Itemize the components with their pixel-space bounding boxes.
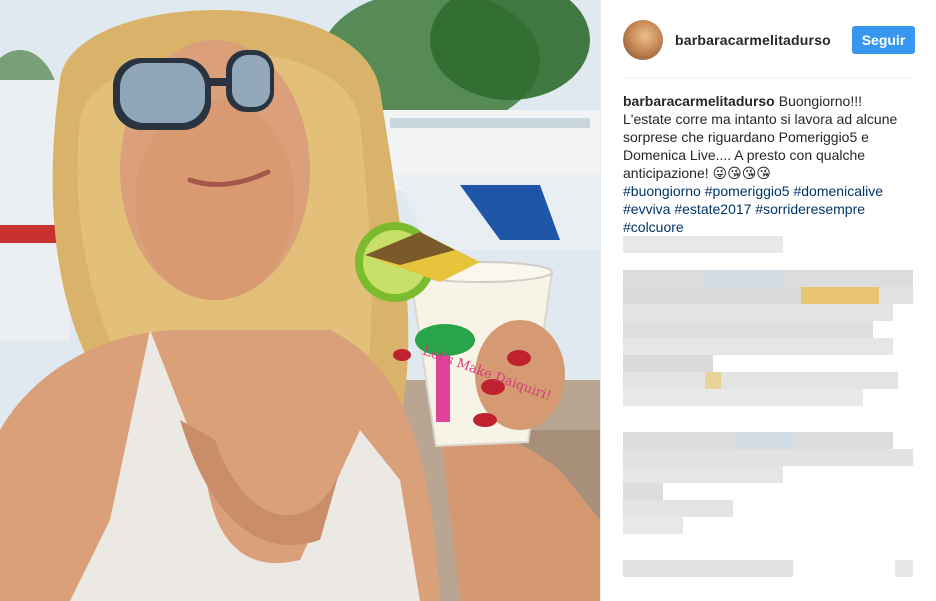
obscured-comments	[623, 236, 915, 586]
photo-illustration: Let's Make Daiquiri!	[0, 0, 600, 601]
post-photo[interactable]: Let's Make Daiquiri!	[0, 0, 600, 601]
hashtag-link[interactable]: #colcuore	[623, 219, 684, 235]
header-divider	[623, 77, 913, 78]
hashtag-link[interactable]: #domenicalive	[793, 183, 883, 199]
hashtag-link[interactable]: #buongiorno	[623, 183, 701, 199]
post-side-panel: barbaracarmelitadurso Seguir barbaracarm…	[600, 0, 936, 601]
username-link[interactable]: barbaracarmelitadurso	[675, 32, 835, 48]
caption-author-link[interactable]: barbaracarmelitadurso	[623, 93, 775, 109]
post-header: barbaracarmelitadurso Seguir	[623, 18, 915, 62]
hashtag-link[interactable]: #evviva	[623, 201, 670, 217]
hashtag-link[interactable]: #pomeriggio5	[705, 183, 790, 199]
follow-button[interactable]: Seguir	[852, 26, 915, 54]
post-caption: barbaracarmelitadurso Buongiorno!!! L'est…	[623, 92, 913, 236]
hashtag-link[interactable]: #estate2017	[674, 201, 751, 217]
hashtag-link[interactable]: #sorrideresempre	[755, 201, 865, 217]
avatar[interactable]	[623, 20, 663, 60]
